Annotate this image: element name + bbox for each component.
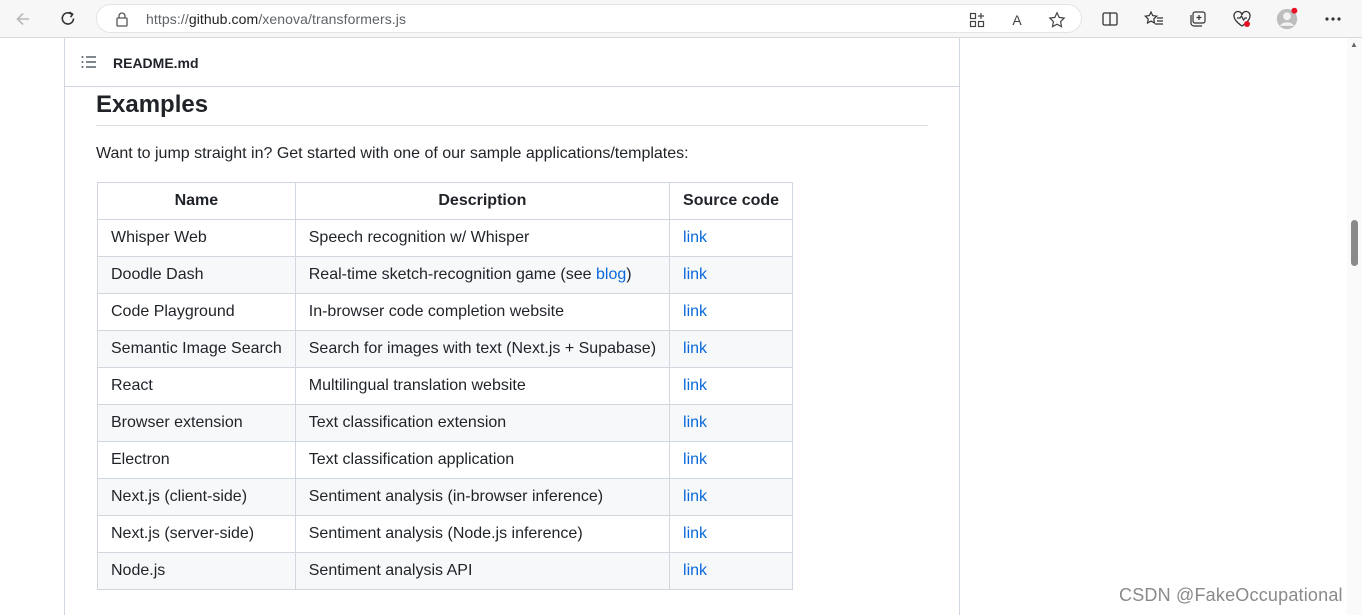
browser-essentials-icon[interactable] [1230,7,1254,31]
source-link[interactable]: link [683,562,707,579]
cell-name: React [97,367,296,405]
source-link[interactable]: link [683,266,707,283]
cell-name: Electron [97,441,296,479]
table-row: Browser extension Text classification ex… [97,404,794,442]
cell-description: In-browser code completion website [294,293,671,331]
table-row: Electron Text classification application… [97,441,794,479]
collections-icon[interactable] [1186,7,1210,31]
cell-source: link [669,478,794,516]
profile-avatar[interactable] [1275,7,1299,31]
cell-description: Sentiment analysis (in-browser inference… [294,478,671,516]
table-row: Semantic Image Search Search for images … [97,330,794,368]
cell-name: Next.js (server-side) [97,515,296,553]
blog-link[interactable]: blog [596,266,626,283]
read-aloud-icon[interactable]: A [1007,11,1027,29]
lock-icon [115,11,129,32]
source-link[interactable]: link [683,303,707,320]
source-link[interactable]: link [683,414,707,431]
section-heading: Examples [96,91,209,118]
source-link[interactable]: link [683,340,707,357]
cell-description: Text classification application [294,441,671,479]
readme-header: README.md [65,38,960,87]
cell-description: Text classification extension [294,404,671,442]
cell-source: link [669,219,794,257]
column-header-source-code: Source code [669,182,794,220]
cell-name: Semantic Image Search [97,330,296,368]
table-header-row: Name Description Source code [97,182,794,220]
watermark: CSDN @FakeOccupational [1119,585,1343,605]
source-link[interactable]: link [683,488,707,505]
readme-filename: README.md [113,55,199,71]
favorite-star-icon[interactable] [1047,11,1067,29]
table-row: Next.js (server-side) Sentiment analysis… [97,515,794,553]
table-row: Next.js (client-side) Sentiment analysis… [97,478,794,516]
cell-source: link [669,256,794,294]
section-intro: Want to jump straight in? Get started wi… [96,145,689,162]
cell-source: link [669,330,794,368]
back-button[interactable] [10,6,36,32]
cell-name: Code Playground [97,293,296,331]
cell-description: Search for images with text (Next.js + S… [294,330,671,368]
cell-source: link [669,552,794,590]
scrollbar-thumb[interactable] [1351,220,1358,266]
cell-source: link [669,441,794,479]
column-header-name: Name [97,182,296,220]
address-bar[interactable]: https://github.com/xenova/transformers.j… [96,4,1082,33]
column-header-description: Description [294,182,671,220]
settings-more-icon[interactable] [1321,7,1345,31]
cell-description: Multilingual translation website [294,367,671,405]
arrow-left-icon [16,12,29,26]
refresh-icon [61,11,75,25]
app-available-icon[interactable] [967,11,987,29]
cell-source: link [669,404,794,442]
cell-name: Doodle Dash [97,256,296,294]
source-link[interactable]: link [683,525,707,542]
cell-description: Sentiment analysis (Node.js inference) [294,515,671,553]
page-scrollbar[interactable] [1347,38,1362,615]
cell-description: Speech recognition w/ Whisper [294,219,671,257]
source-link[interactable]: link [683,451,707,468]
cell-description: Real-time sketch-recognition game (see b… [294,256,671,294]
cell-name: Next.js (client-side) [97,478,296,516]
cell-name: Browser extension [97,404,296,442]
table-row: Doodle Dash Real-time sketch-recognition… [97,256,794,294]
table-row: Node.js Sentiment analysis API link [97,552,794,590]
source-link[interactable]: link [683,229,707,246]
cell-source: link [669,293,794,331]
avatar-icon [1276,7,1298,30]
table-row: Code Playground In-browser code completi… [97,293,794,331]
url-text: https://github.com/xenova/transformers.j… [146,11,407,27]
refresh-button[interactable] [55,6,81,32]
cell-name: Whisper Web [97,219,296,257]
scroll-up-arrow-icon[interactable]: ▲ [1350,40,1358,49]
cell-source: link [669,515,794,553]
browser-toolbar: https://github.com/xenova/transformers.j… [0,0,1362,38]
favorites-icon[interactable] [1142,7,1166,31]
cell-description: Sentiment analysis API [294,552,671,590]
examples-table: Name Description Source code Whisper Web… [97,182,794,590]
split-screen-icon[interactable] [1098,7,1122,31]
heading-divider [96,125,928,126]
table-row: React Multilingual translation website l… [97,367,794,405]
cell-source: link [669,367,794,405]
list-unordered-icon[interactable] [81,55,97,74]
cell-name: Node.js [97,552,296,590]
source-link[interactable]: link [683,377,707,394]
table-row: Whisper Web Speech recognition w/ Whispe… [97,219,794,257]
